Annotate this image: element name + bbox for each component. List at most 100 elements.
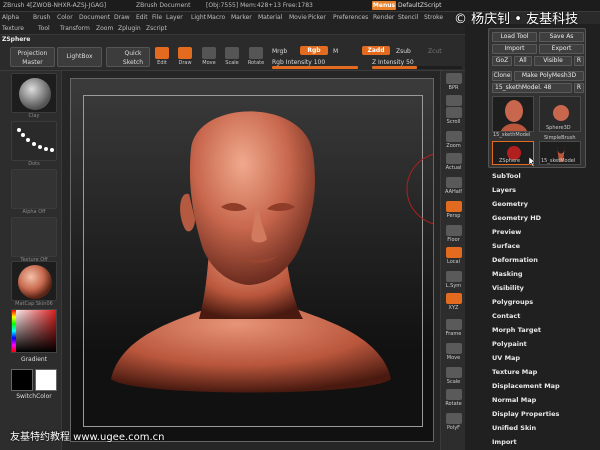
brush-selector[interactable] — [11, 73, 57, 113]
subpalette-polypaint[interactable]: Polypaint — [492, 340, 527, 348]
menus-button[interactable]: Menus — [372, 1, 396, 10]
menu-tool[interactable]: Tool — [38, 25, 50, 32]
shelf-button-rotate[interactable]: Rotate — [443, 389, 464, 409]
subpalette-unified-skin[interactable]: Unified Skin — [492, 424, 536, 432]
z-intensity-slider[interactable] — [372, 66, 462, 69]
menu-texture[interactable]: Texture — [2, 25, 24, 32]
visible-button[interactable]: Visible — [534, 56, 572, 66]
zcut-button[interactable]: Zcut — [428, 48, 442, 55]
shelf-button-frame[interactable]: Frame — [443, 319, 464, 339]
rgb-button[interactable]: Rgb — [300, 46, 328, 55]
menu-preferences[interactable]: Preferences — [333, 14, 368, 21]
shelf-button-local[interactable]: Local — [443, 247, 464, 267]
clone-button[interactable]: Clone — [492, 71, 512, 81]
menu-zoom[interactable]: Zoom — [96, 25, 113, 32]
zadd-button[interactable]: Zadd — [362, 46, 390, 55]
save-as-button[interactable]: Save As — [539, 32, 584, 42]
rgb-intensity-slider[interactable] — [272, 66, 358, 69]
subpalette-geometry[interactable]: Geometry — [492, 200, 528, 208]
shelf-button-scale[interactable]: Scale — [443, 367, 464, 387]
subpalette-preview[interactable]: Preview — [492, 228, 521, 236]
menu-alpha[interactable]: Alpha — [2, 14, 19, 21]
draw-button[interactable]: Draw — [175, 46, 195, 68]
r-button[interactable]: R — [574, 56, 584, 66]
menu-material[interactable]: Material — [258, 14, 282, 21]
menu-render[interactable]: Render — [373, 14, 394, 21]
tool-thumb-skethmodel[interactable] — [492, 96, 534, 132]
material-selector[interactable] — [11, 261, 57, 301]
load-tool-button[interactable]: Load Tool — [492, 32, 537, 42]
stroke-selector[interactable] — [11, 121, 57, 161]
color-picker[interactable] — [11, 309, 57, 353]
subpalette-displacement-map[interactable]: Displacement Map — [492, 382, 560, 390]
menu-color[interactable]: Color — [57, 14, 73, 21]
current-tool-slider[interactable]: 15_skethModel. 48 — [492, 83, 572, 93]
switchcolor-label[interactable]: SwitchColor — [6, 393, 62, 400]
subpalette-deformation[interactable]: Deformation — [492, 256, 538, 264]
subpalette-import[interactable]: Import — [492, 438, 517, 446]
subpalette-contact[interactable]: Contact — [492, 312, 520, 320]
all-button[interactable]: All — [514, 56, 532, 66]
lightbox-button[interactable]: LightBox — [57, 47, 102, 67]
default-zscript-button[interactable]: DefaultZScript — [398, 2, 441, 9]
menu-marker[interactable]: Marker — [231, 14, 252, 21]
shelf-button-floor[interactable]: Floor — [443, 225, 464, 245]
import-button[interactable]: Import — [492, 44, 537, 54]
shelf-button-xyz[interactable]: XYZ — [443, 293, 464, 313]
menu-light[interactable]: Light — [191, 14, 206, 21]
subpalette-polygroups[interactable]: Polygroups — [492, 298, 533, 306]
subpalette-subtool[interactable]: SubTool — [492, 172, 521, 180]
shelf-button-actual[interactable]: Actual — [443, 153, 464, 173]
zsub-button[interactable]: Zsub — [396, 48, 411, 55]
subpalette-normal-map[interactable]: Normal Map — [492, 396, 536, 404]
edit-button[interactable]: Edit — [152, 46, 172, 68]
secondary-color-swatch[interactable] — [35, 369, 57, 391]
menu-file[interactable]: File — [152, 14, 162, 21]
menu-transform[interactable]: Transform — [60, 25, 90, 32]
make-polymesh-button[interactable]: Make PolyMesh3D — [514, 71, 584, 81]
r-button-2[interactable]: R — [574, 83, 584, 93]
subpalette-display-properties[interactable]: Display Properties — [492, 410, 559, 418]
subpalette-layers[interactable]: Layers — [492, 186, 516, 194]
shelf-button-lsym[interactable]: L.Sym — [443, 271, 464, 291]
shelf-button-bpr[interactable]: BPR — [443, 73, 464, 93]
menu-macro[interactable]: Macro — [207, 14, 225, 21]
subpalette-surface[interactable]: Surface — [492, 242, 520, 250]
shelf-button-polyf[interactable]: PolyF — [443, 413, 464, 433]
subpalette-masking[interactable]: Masking — [492, 270, 523, 278]
menu-draw[interactable]: Draw — [114, 14, 130, 21]
menu-movie[interactable]: Movie — [289, 14, 307, 21]
document-canvas[interactable] — [70, 78, 434, 442]
alpha-selector[interactable] — [11, 169, 57, 209]
shelf-button-aahalf[interactable]: AAHalf — [443, 177, 464, 197]
main-color-swatch[interactable] — [11, 369, 33, 391]
menu-stencil[interactable]: Stencil — [398, 14, 418, 21]
shelf-button-zoom[interactable]: Zoom — [443, 131, 464, 151]
menu-edit[interactable]: Edit — [136, 14, 148, 21]
subpalette-texture-map[interactable]: Texture Map — [492, 368, 537, 376]
subpalette-visibility[interactable]: Visibility — [492, 284, 524, 292]
subpalette-uv-map[interactable]: UV Map — [492, 354, 520, 362]
menu-picker[interactable]: Picker — [308, 14, 326, 21]
menu-document[interactable]: Document — [79, 14, 110, 21]
subpalette-morph-target[interactable]: Morph Target — [492, 326, 541, 334]
menu-stroke[interactable]: Stroke — [424, 14, 443, 21]
shelf-button-scroll[interactable]: Scroll — [443, 107, 464, 127]
menu-zplugin[interactable]: Zplugin — [118, 25, 141, 32]
goz-button[interactable]: GoZ — [492, 56, 512, 66]
menu-layer[interactable]: Layer — [166, 14, 183, 21]
menu-zscript[interactable]: Zscript — [146, 25, 167, 32]
m-button[interactable]: M — [333, 48, 338, 55]
move-button[interactable]: Move — [199, 46, 219, 68]
menu-brush[interactable]: Brush — [33, 14, 50, 21]
mrgb-button[interactable]: Mrgb — [272, 48, 287, 55]
texture-selector[interactable] — [11, 217, 57, 257]
subpalette-geometry-hd[interactable]: Geometry HD — [492, 214, 541, 222]
hue-strip[interactable] — [12, 310, 16, 352]
projection-master-button[interactable]: Projection Master — [10, 47, 55, 67]
export-button[interactable]: Export — [539, 44, 584, 54]
shelf-button-move[interactable]: Move — [443, 343, 464, 363]
shelf-button-persp[interactable]: Persp — [443, 201, 464, 221]
scale-button[interactable]: Scale — [222, 46, 242, 68]
quick-sketch-button[interactable]: Quick Sketch — [106, 47, 150, 67]
